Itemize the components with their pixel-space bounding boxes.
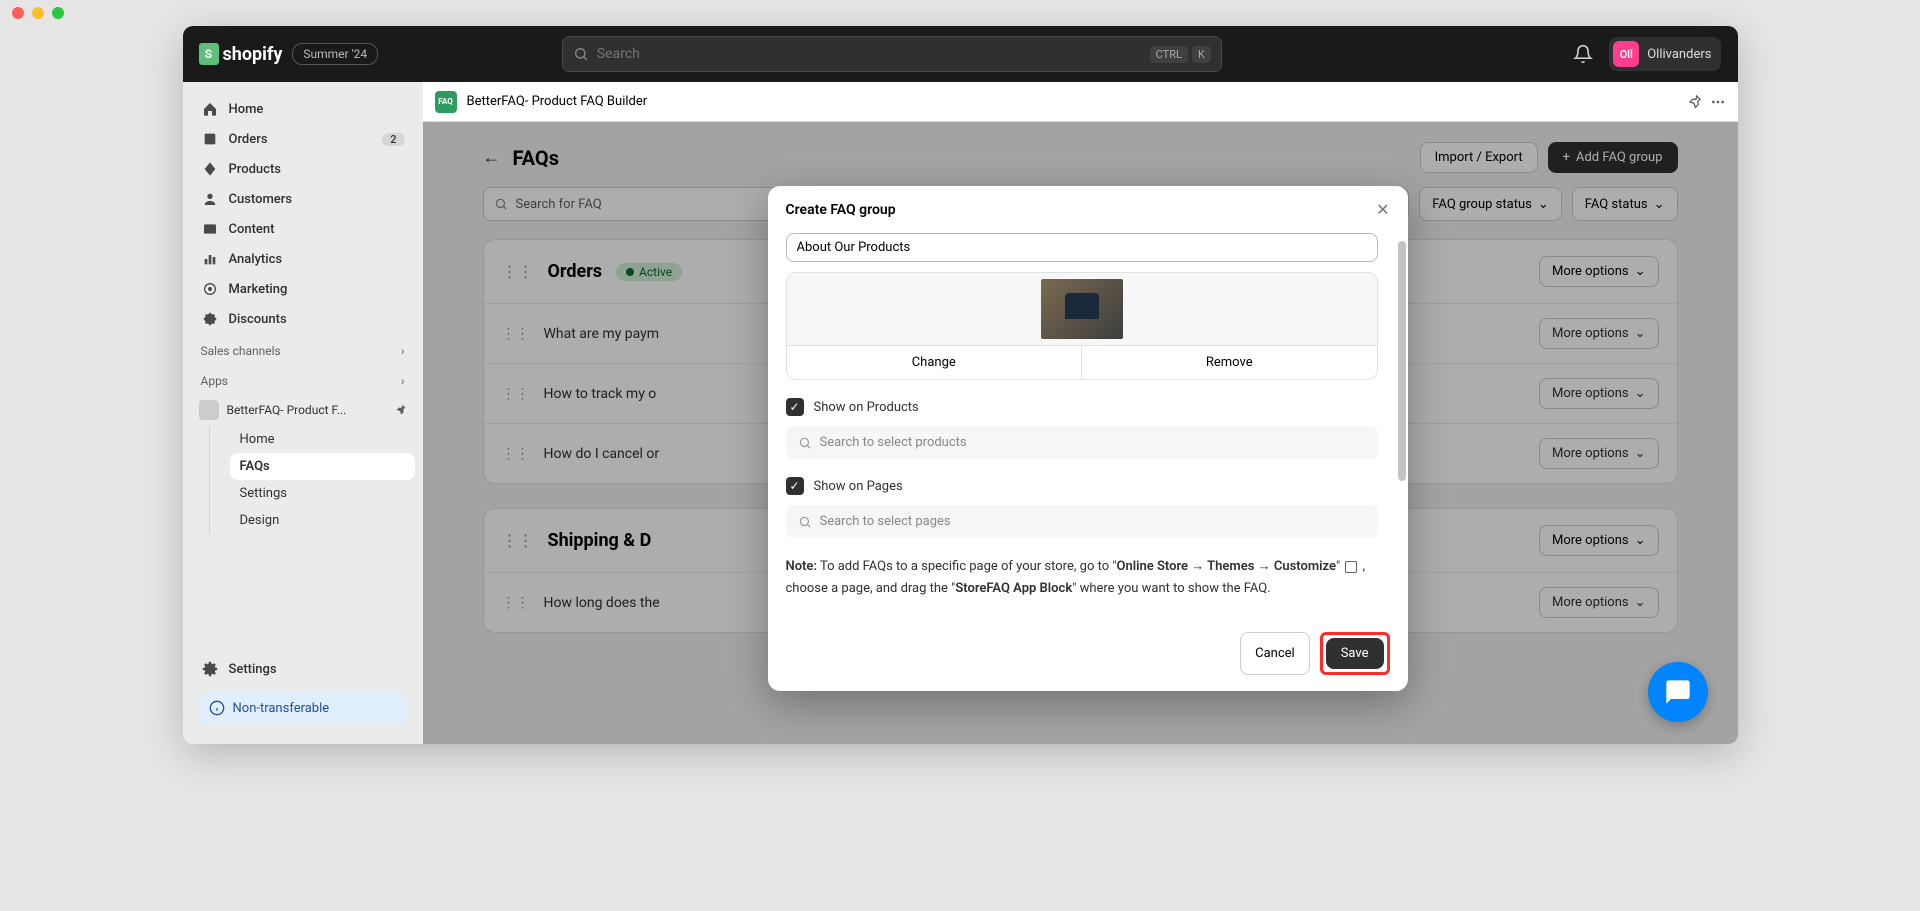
orders-icon <box>201 130 219 148</box>
window-minimize-dot[interactable] <box>32 7 44 19</box>
image-card: Change Remove <box>786 272 1378 380</box>
pin-icon[interactable] <box>1686 94 1702 110</box>
nav-content[interactable]: Content <box>191 214 415 244</box>
kbd-k: K <box>1192 46 1211 63</box>
app-label-text: BetterFAQ- Product F... <box>227 403 347 417</box>
image-preview <box>787 273 1377 345</box>
nav-products[interactable]: Products <box>191 154 415 184</box>
info-icon <box>209 700 225 716</box>
shopify-bag-icon: S <box>199 43 219 65</box>
sales-channels-section[interactable]: Sales channels › <box>191 334 415 364</box>
nav-label: Products <box>229 162 281 177</box>
shopify-logo[interactable]: S shopify <box>199 43 283 65</box>
nav-home[interactable]: Home <box>191 94 415 124</box>
create-faq-group-modal: Create FAQ group ✕ Change Remove ✓ Show <box>768 186 1408 691</box>
nav-label: Customers <box>229 192 293 207</box>
chat-fab[interactable] <box>1648 662 1708 722</box>
change-image-button[interactable]: Change <box>787 346 1083 379</box>
nav-label: Discounts <box>229 312 287 327</box>
analytics-icon <box>201 250 219 268</box>
modal-scrollbar[interactable] <box>1396 233 1408 616</box>
checkbox-label: Show on Pages <box>814 479 903 494</box>
products-search[interactable]: Search to select products <box>786 426 1378 459</box>
products-icon <box>201 160 219 178</box>
nav-orders[interactable]: Orders 2 <box>191 124 415 154</box>
nav-label: Settings <box>229 662 277 677</box>
top-header: S shopify Summer '24 CTRL K Oll Ollivand… <box>183 26 1738 82</box>
content-icon <box>201 220 219 238</box>
nav-label: Analytics <box>229 252 283 267</box>
search-input[interactable] <box>597 46 1142 62</box>
cancel-button[interactable]: Cancel <box>1240 632 1310 675</box>
nav-label: Marketing <box>229 282 288 297</box>
nav-discounts[interactable]: Discounts <box>191 304 415 334</box>
show-on-products-checkbox[interactable]: ✓ Show on Products <box>786 398 1378 416</box>
remove-image-button[interactable]: Remove <box>1082 346 1377 379</box>
chevron-right-icon: › <box>401 374 405 388</box>
app-bar: FAQ BetterFAQ- Product FAQ Builder <box>423 82 1738 122</box>
avatar: Oll <box>1613 41 1639 67</box>
nav-label: Home <box>229 102 264 117</box>
app-title: BetterFAQ- Product FAQ Builder <box>467 94 648 109</box>
app-icon: FAQ <box>435 91 457 113</box>
checkbox-checked-icon: ✓ <box>786 398 804 416</box>
home-icon <box>201 100 219 118</box>
brand-name: shopify <box>223 44 283 65</box>
global-search[interactable]: CTRL K <box>562 36 1222 72</box>
window-close-dot[interactable] <box>12 7 24 19</box>
nav-label: Orders <box>229 132 268 147</box>
app-icon <box>199 400 219 420</box>
edition-badge[interactable]: Summer '24 <box>292 43 378 65</box>
product-image <box>1041 279 1123 339</box>
chat-icon <box>1664 678 1692 706</box>
subnav-settings[interactable]: Settings <box>230 480 415 507</box>
nav-analytics[interactable]: Analytics <box>191 244 415 274</box>
show-on-pages-checkbox[interactable]: ✓ Show on Pages <box>786 477 1378 495</box>
discounts-icon <box>201 310 219 328</box>
nav-customers[interactable]: Customers <box>191 184 415 214</box>
group-name-input[interactable] <box>786 233 1378 262</box>
non-transferable-banner[interactable]: Non-transferable <box>199 692 407 724</box>
app-betterfaq[interactable]: BetterFAQ- Product F... <box>191 394 415 426</box>
checkbox-checked-icon: ✓ <box>786 477 804 495</box>
kbd-hint: CTRL K <box>1150 46 1211 63</box>
pages-search[interactable]: Search to select pages <box>786 505 1378 538</box>
pin-icon[interactable] <box>393 403 407 417</box>
note-text: Note: To add FAQs to a specific page of … <box>786 556 1378 600</box>
marketing-icon <box>201 280 219 298</box>
search-icon <box>573 46 589 62</box>
user-name: Ollivanders <box>1647 47 1711 62</box>
orders-badge: 2 <box>382 133 404 146</box>
search-icon <box>798 515 812 529</box>
window-zoom-dot[interactable] <box>52 7 64 19</box>
close-icon[interactable]: ✕ <box>1376 200 1389 219</box>
scroll-thumb[interactable] <box>1398 241 1406 481</box>
subnav-design[interactable]: Design <box>230 507 415 534</box>
save-button-highlight: Save <box>1320 632 1390 675</box>
nav-label: Content <box>229 222 275 237</box>
user-menu[interactable]: Oll Ollivanders <box>1609 37 1721 71</box>
checkbox-label: Show on Products <box>814 400 919 415</box>
nav-settings[interactable]: Settings <box>191 654 415 684</box>
customers-icon <box>201 190 219 208</box>
modal-title: Create FAQ group <box>786 202 896 218</box>
save-button[interactable]: Save <box>1326 638 1384 669</box>
external-link-icon[interactable] <box>1345 561 1357 573</box>
sidebar: Home Orders 2 Products Customers Content <box>183 82 423 744</box>
subnav-home[interactable]: Home <box>230 426 415 453</box>
nav-marketing[interactable]: Marketing <box>191 274 415 304</box>
notifications-icon[interactable] <box>1573 44 1593 64</box>
apps-section[interactable]: Apps › <box>191 364 415 394</box>
subnav-faqs[interactable]: FAQs <box>230 453 415 480</box>
kbd-ctrl: CTRL <box>1150 46 1188 63</box>
search-icon <box>798 436 812 450</box>
more-icon[interactable] <box>1710 94 1726 110</box>
gear-icon <box>201 660 219 678</box>
chevron-right-icon: › <box>401 344 405 358</box>
